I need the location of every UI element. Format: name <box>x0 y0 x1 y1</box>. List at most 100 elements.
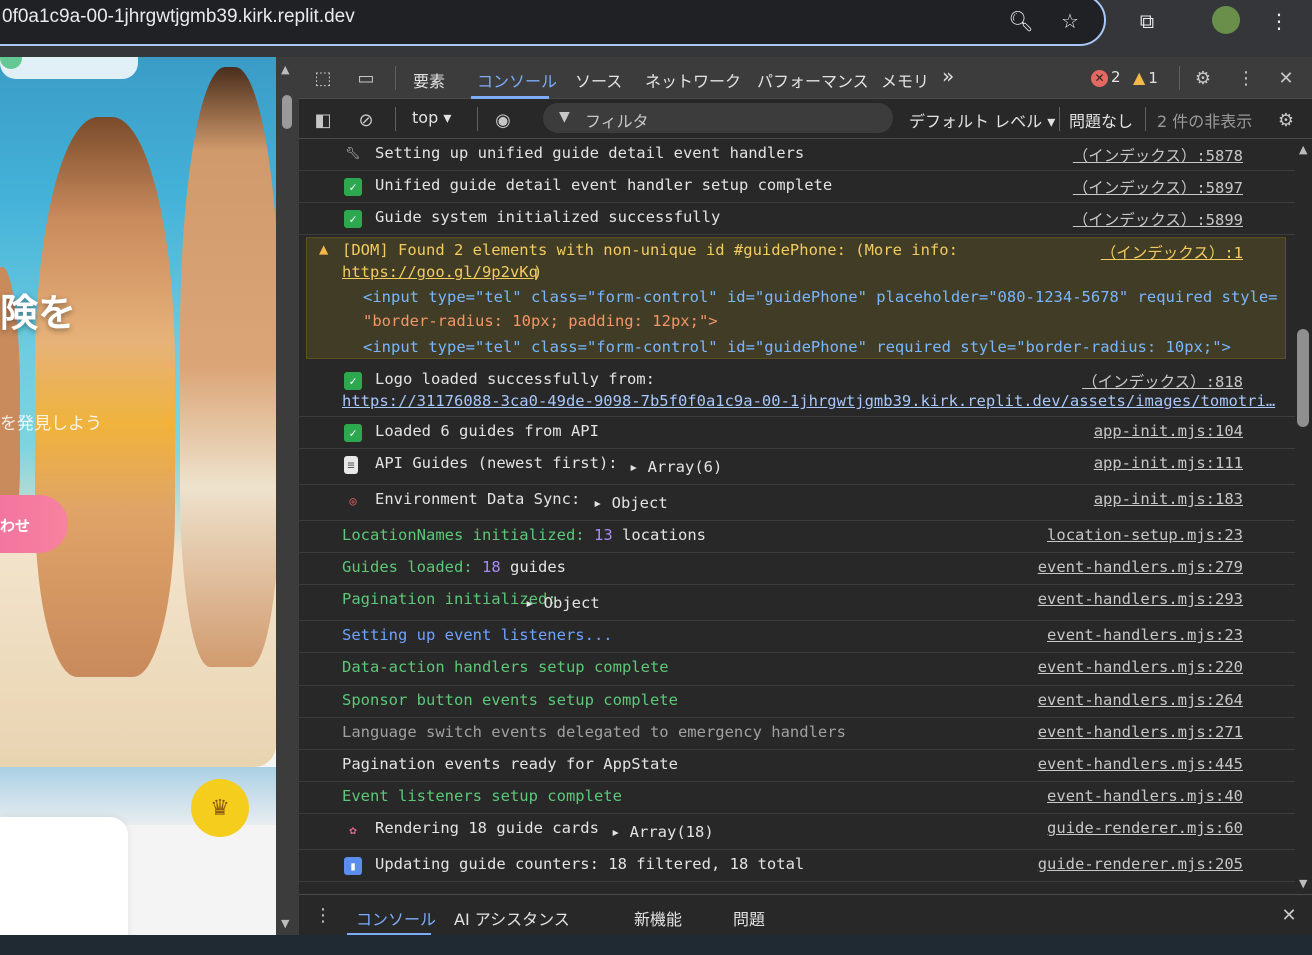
source-link[interactable]: app-init.mjs:111 <box>1094 454 1243 472</box>
device-toolbar-icon[interactable]: ▭ <box>354 66 378 90</box>
error-count-badge[interactable]: ✕ 2 <box>1091 68 1121 87</box>
menu-icon[interactable]: ⋮ <box>1266 8 1292 34</box>
console-message: Event listeners setup complete event-han… <box>299 782 1295 814</box>
source-link[interactable]: （インデックス）:5899 <box>1073 208 1243 230</box>
devtools-tabbar: ⬚ ▭ 要素 コンソール ソース ネットワーク パフォーマンス メモリ » ✕ 2… <box>299 57 1312 99</box>
issues-counter[interactable]: 問題なし <box>1069 108 1133 132</box>
zoom-icon[interactable]: 🔍︎ <box>1008 8 1034 34</box>
trophy-icon[interactable]: ♛ <box>191 779 249 837</box>
console-message: Data-action handlers setup complete even… <box>299 653 1295 686</box>
extensions-icon[interactable]: ⧉ <box>1134 8 1160 34</box>
drawer-tab-console[interactable]: コンソール <box>356 906 436 930</box>
console-settings-gear-icon[interactable]: ⚙ <box>1274 108 1298 132</box>
chevron-down-icon: ▾ <box>443 108 452 127</box>
tab-performance[interactable]: パフォーマンス <box>757 68 869 92</box>
console-log-area[interactable]: 🔧︎ Setting up unified guide detail event… <box>299 139 1295 894</box>
more-info-link[interactable]: https://goo.gl/9p2vKq <box>342 263 538 281</box>
source-link[interactable]: （インデックス）:818 <box>1082 370 1243 392</box>
clipboard-icon: ≡ <box>344 456 358 474</box>
hero-contact-button[interactable]: わせ <box>0 495 68 553</box>
target-icon: ◎ <box>349 494 357 508</box>
error-icon: ✕ <box>1091 70 1108 87</box>
devtools-drawer: ⋮ コンソール AI アシスタンス 新機能 問題 ✕ <box>299 894 1312 936</box>
tab-sources[interactable]: ソース <box>575 68 622 92</box>
close-devtools-icon[interactable]: ✕ <box>1274 66 1298 90</box>
expandable-object[interactable]: ▸ Object <box>593 494 668 512</box>
source-link[interactable]: event-handlers.mjs:23 <box>1047 626 1243 644</box>
inspect-element-icon[interactable]: ⬚ <box>311 66 335 90</box>
live-expression-eye-icon[interactable]: ◉ <box>491 108 515 132</box>
html-snippet[interactable]: <input type="tel" class="form-control" i… <box>363 338 1231 356</box>
console-message: Sponsor button events setup complete eve… <box>299 686 1295 718</box>
palette-icon: ✿ <box>349 823 357 837</box>
source-link[interactable]: event-handlers.mjs:445 <box>1038 755 1243 773</box>
url-text[interactable]: 0f0a1c9a-00-1jhrgwtjgmb39.kirk.replit.de… <box>2 6 355 28</box>
context-selector[interactable]: top ▾ <box>412 108 451 127</box>
tab-console[interactable]: コンソール <box>477 68 557 92</box>
check-icon: ✓ <box>344 424 362 442</box>
expand-triangle-icon: ▸ <box>629 458 648 476</box>
omnibox[interactable]: 0f0a1c9a-00-1jhrgwtjgmb39.kirk.replit.de… <box>0 0 1106 46</box>
console-filter-input[interactable]: ▼ フィルタ <box>543 103 893 133</box>
scroll-down-arrow-icon[interactable]: ▼ <box>281 917 289 930</box>
expandable-object[interactable]: ▸ Object <box>525 594 600 612</box>
source-link[interactable]: location-setup.mjs:23 <box>1047 526 1243 544</box>
console-message: Language switch events delegated to emer… <box>299 718 1295 750</box>
drawer-menu-icon[interactable]: ⋮ <box>311 903 335 927</box>
source-link[interactable]: event-handlers.mjs:40 <box>1047 787 1243 805</box>
settings-gear-icon[interactable]: ⚙ <box>1191 66 1215 90</box>
top-pill[interactable] <box>0 57 138 79</box>
console-message: ✓ Unified guide detail event handler set… <box>299 171 1295 203</box>
scroll-up-arrow-icon[interactable]: ▲ <box>1299 143 1307 156</box>
console-message: Pagination events ready for AppState eve… <box>299 750 1295 782</box>
source-link[interactable]: app-init.mjs:104 <box>1094 422 1243 440</box>
bookmark-star-icon[interactable]: ☆ <box>1057 8 1083 34</box>
source-link[interactable]: event-handlers.mjs:220 <box>1038 658 1243 676</box>
sidebar-toggle-icon[interactable]: ◧ <box>311 108 335 132</box>
browser-toolbar: 0f0a1c9a-00-1jhrgwtjgmb39.kirk.replit.de… <box>0 0 1312 57</box>
console-scroll-thumb[interactable] <box>1297 329 1309 427</box>
logo-url-link[interactable]: https://31176088-3ca0-49de-9098-7b5f0f0a… <box>342 392 1275 410</box>
page-scrollbar[interactable]: ▲ ▼ <box>276 57 298 935</box>
page-viewport: 険を を発見しよう わせ ♛ <box>0 57 276 935</box>
source-link[interactable]: event-handlers.mjs:279 <box>1038 558 1243 576</box>
source-link[interactable]: （インデックス）:1 <box>1101 241 1243 263</box>
check-icon: ✓ <box>344 372 362 390</box>
console-message: 🔧︎ Setting up unified guide detail event… <box>299 139 1295 171</box>
page-scroll-thumb[interactable] <box>282 95 292 129</box>
tab-elements[interactable]: 要素 <box>413 68 445 92</box>
console-message: ✓ Logo loaded successfully from: https:/… <box>299 363 1295 417</box>
expandable-object[interactable]: ▸ Array(18) <box>611 823 714 841</box>
tab-memory[interactable]: メモリ <box>881 68 929 92</box>
source-link[interactable]: guide-renderer.mjs:205 <box>1038 855 1243 873</box>
warning-count-badge[interactable]: ▲ 1 <box>1133 68 1158 87</box>
clear-console-icon[interactable]: ⊘ <box>354 108 378 132</box>
drawer-tab-issues[interactable]: 問題 <box>733 906 765 930</box>
profile-avatar[interactable] <box>1212 6 1240 34</box>
drawer-tab-ai-assistance[interactable]: AI アシスタンス <box>454 906 570 930</box>
log-levels-dropdown[interactable]: デフォルト レベル ▾ <box>909 108 1055 132</box>
html-snippet[interactable]: <input type="tel" class="form-control" i… <box>363 288 1278 306</box>
source-link[interactable]: （インデックス）:5878 <box>1073 144 1243 166</box>
source-link[interactable]: event-handlers.mjs:264 <box>1038 691 1243 709</box>
expand-triangle-icon: ▸ <box>611 823 630 841</box>
tab-network[interactable]: ネットワーク <box>645 68 741 92</box>
hero-subtitle: を発見しよう <box>0 414 102 434</box>
scroll-down-arrow-icon[interactable]: ▼ <box>1299 877 1307 890</box>
source-link[interactable]: app-init.mjs:183 <box>1094 490 1243 508</box>
drawer-tab-whats-new[interactable]: 新機能 <box>634 906 682 930</box>
more-tabs-icon[interactable]: » <box>942 64 954 88</box>
source-link[interactable]: guide-renderer.mjs:60 <box>1047 819 1243 837</box>
console-scrollbar[interactable]: ▲ ▼ <box>1295 139 1312 894</box>
console-message: Guides loaded: 18 guides event-handlers.… <box>299 553 1295 585</box>
source-link[interactable]: event-handlers.mjs:271 <box>1038 723 1243 741</box>
close-drawer-icon[interactable]: ✕ <box>1277 903 1301 927</box>
scroll-up-arrow-icon[interactable]: ▲ <box>281 63 289 76</box>
expand-triangle-icon: ▸ <box>593 494 612 512</box>
expandable-object[interactable]: ▸ Array(6) <box>629 458 722 476</box>
source-link[interactable]: （インデックス）:5897 <box>1073 176 1243 198</box>
html-snippet[interactable]: "border-radius: 10px; padding: 12px;"> <box>363 312 718 330</box>
check-icon: ✓ <box>344 210 362 228</box>
more-options-icon[interactable]: ⋮ <box>1234 66 1258 90</box>
source-link[interactable]: event-handlers.mjs:293 <box>1038 590 1243 608</box>
